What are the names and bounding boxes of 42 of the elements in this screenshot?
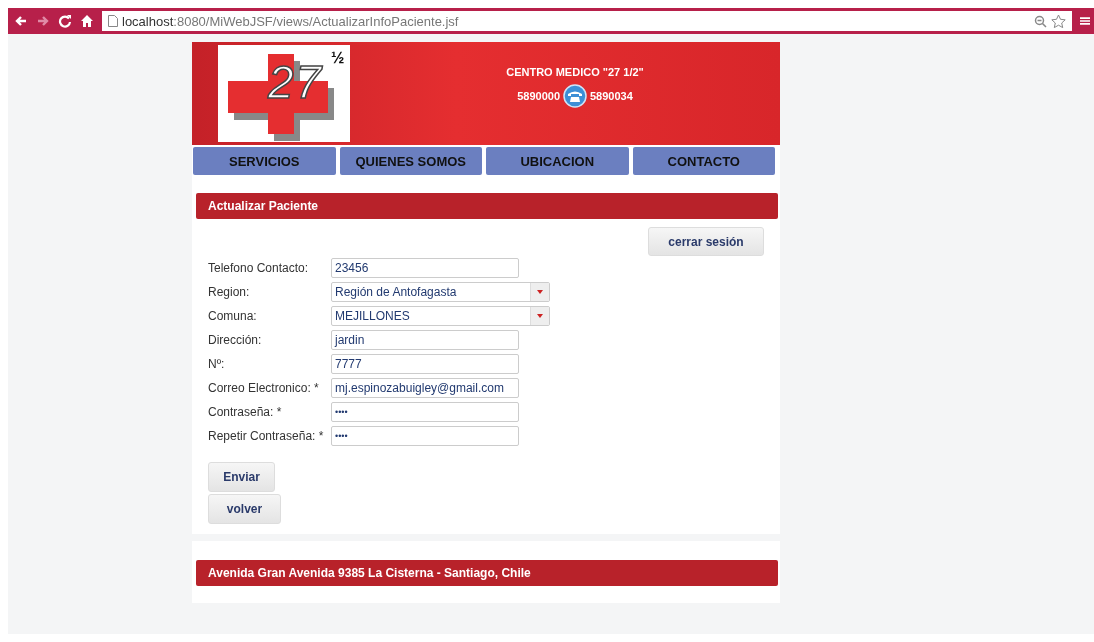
field-label: Comuna: (208, 309, 258, 323)
phone-number: 5890000 (517, 90, 560, 102)
menu-icon[interactable] (1080, 14, 1090, 28)
logo-fraction: ½ (331, 49, 345, 67)
caret-icon (537, 290, 543, 294)
logout-button[interactable]: cerrar sesión (648, 227, 764, 256)
field-label: Nº: (208, 357, 226, 371)
dropdown[interactable]: Región de Antofagasta (331, 282, 550, 302)
input-field[interactable]: 7777 (331, 354, 519, 374)
nav-button[interactable]: UBICACION (486, 147, 629, 175)
caret-icon (537, 314, 543, 318)
footer-address: Avenida Gran Avenida 9385 La Cisterna - Santiago, Chile (196, 560, 778, 586)
password-field[interactable]: •••• (331, 426, 519, 446)
nav-button[interactable]: CONTACTO (632, 147, 775, 175)
telephone-icon (563, 84, 587, 108)
page-icon (108, 15, 118, 27)
password-field[interactable]: •••• (331, 402, 519, 422)
nav-button[interactable]: QUIENES SOMOS (339, 147, 482, 175)
address-bar[interactable]: localhost:8080/MiWebJSF/views/ActualizarInfoPaciente.jsf (102, 11, 1072, 31)
field-label: Dirección: (208, 333, 263, 347)
url-text: localhost:8080/MiWebJSF/views/ActualizarInfoPaciente.jsf (122, 13, 460, 29)
field-label: Repetir Contraseña: * (208, 429, 325, 443)
section-header: Actualizar Paciente (196, 193, 778, 219)
form-button[interactable]: Enviar (208, 462, 275, 492)
home-icon[interactable] (80, 14, 94, 28)
forward-icon[interactable] (36, 14, 50, 28)
field-label: Correo Electronico: * (208, 381, 320, 395)
field-label: Contraseña: * (208, 405, 283, 419)
back-icon[interactable] (14, 14, 28, 28)
phone-number: 5890034 (590, 90, 633, 102)
input-field[interactable]: jardin (331, 330, 519, 350)
form-button[interactable]: volver (208, 494, 281, 524)
input-field[interactable]: 23456 (331, 258, 519, 278)
clinic-name: CENTRO MEDICO "27 1/2" (506, 66, 644, 78)
input-field[interactable]: mj.espinozabuigley@gmail.com (331, 378, 519, 398)
reload-icon[interactable] (58, 14, 72, 28)
dropdown[interactable]: MEJILLONES (331, 306, 550, 326)
field-label: Region: (208, 285, 251, 299)
zoom-icon[interactable] (1034, 14, 1047, 28)
field-label: Telefono Contacto: (208, 261, 310, 275)
nav-button[interactable]: SERVICIOS (193, 147, 336, 175)
star-icon[interactable] (1051, 13, 1066, 29)
